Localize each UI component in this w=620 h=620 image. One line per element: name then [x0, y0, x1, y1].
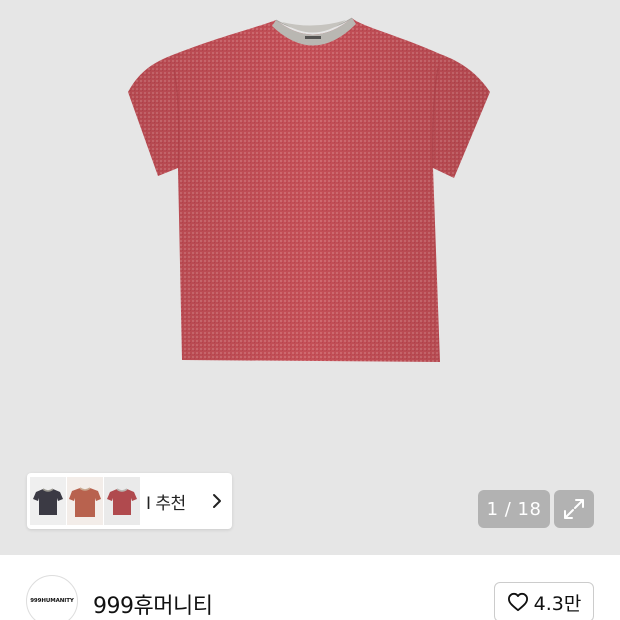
ai-recommendation-label: I 추천: [146, 493, 186, 514]
brand-logo[interactable]: 999HUMANITY: [26, 575, 78, 620]
like-button[interactable]: 4.3만: [494, 582, 594, 620]
chevron-right-icon[interactable]: [210, 491, 224, 511]
recommendation-thumbnail[interactable]: [67, 477, 103, 525]
image-pager: 1 / 18: [478, 490, 550, 528]
product-image: [128, 17, 490, 362]
brand-name[interactable]: 999휴머니티: [93, 588, 213, 620]
recommendation-thumbnails: [27, 473, 141, 529]
recommendation-thumbnail[interactable]: [104, 477, 140, 525]
recommendation-thumbnail[interactable]: [30, 477, 66, 525]
like-count: 4.3만: [533, 592, 582, 615]
ai-recommendation-card[interactable]: I 추천: [27, 473, 232, 529]
expand-icon: [564, 499, 584, 519]
expand-button[interactable]: [554, 490, 594, 528]
heart-outline-icon: [507, 592, 528, 612]
product-image-gallery[interactable]: I 추천 1 / 18: [0, 0, 620, 555]
